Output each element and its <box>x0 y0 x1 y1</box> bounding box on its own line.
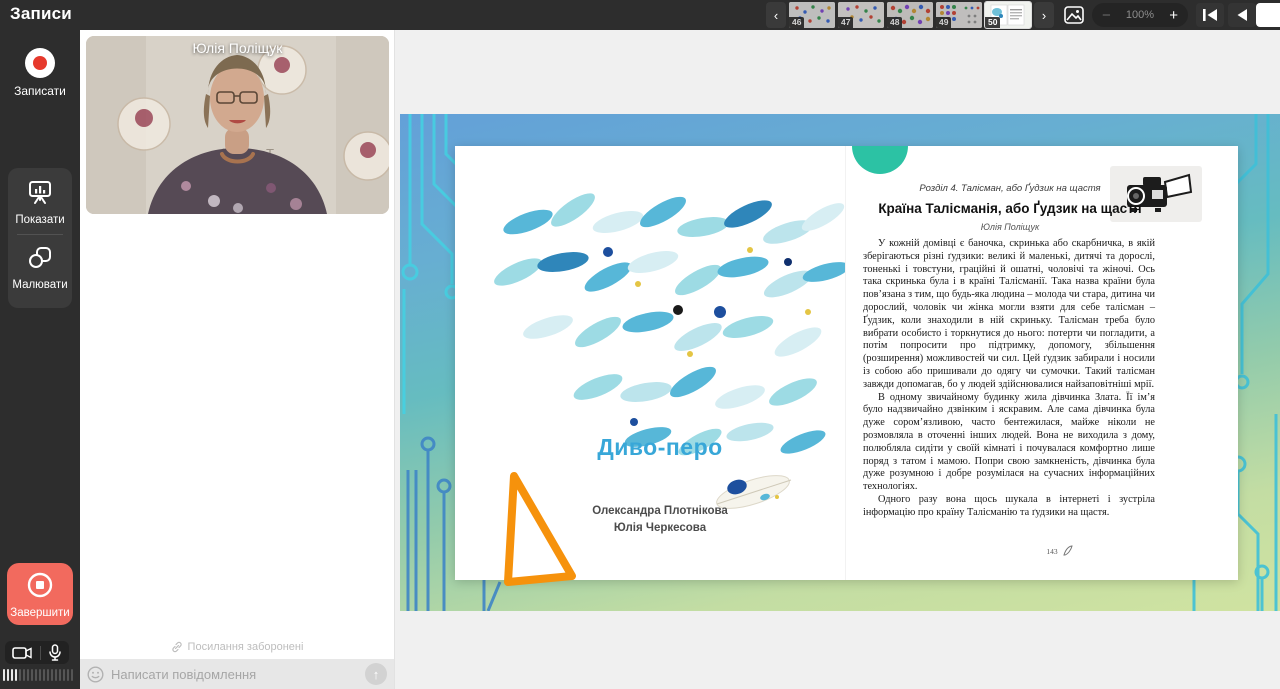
message-input-bar: ↑ <box>80 659 394 689</box>
draw-button[interactable]: Малювати <box>8 243 72 291</box>
book-cover-title: Диво-перо <box>540 434 780 461</box>
zoom-in-button[interactable]: + <box>1169 8 1178 23</box>
thumbnail-number: 48 <box>887 17 902 28</box>
page-title: Записи <box>10 4 72 24</box>
slide-thumbnail-49[interactable]: 49 <box>936 2 982 28</box>
image-icon <box>1064 6 1084 24</box>
page-number: 143 <box>1046 547 1057 556</box>
chevron-right-icon: › <box>1042 8 1046 23</box>
zoom-level: 100% <box>1126 9 1154 21</box>
story-paragraph: В одному звичайному будинку жила дівчинк… <box>863 392 1155 494</box>
thumbnail-number: 50 <box>985 17 1000 28</box>
slide-thumbnail-48[interactable]: 48 <box>887 2 933 28</box>
thumbnail-number: 46 <box>789 17 804 28</box>
webcam-video-image: Територія <box>86 36 389 214</box>
presentation-board-icon <box>26 178 54 206</box>
tools-panel: Показати Малювати <box>8 168 72 308</box>
slide-thumbnail-strip: ‹ 46 47 48 49 <box>766 2 1087 28</box>
divider <box>17 234 63 235</box>
record-label: Записати <box>0 84 80 98</box>
story-author: Юлія Поліщук <box>850 222 1170 232</box>
divider <box>40 646 41 660</box>
shapes-icon <box>26 243 54 271</box>
teal-semicircle-decoration <box>852 146 908 174</box>
audio-level-meter <box>3 669 73 681</box>
chat-panel: Територія Юлія Поліщук Посилання заборон… <box>80 30 395 689</box>
orange-triangle-decoration <box>500 469 585 594</box>
thumbnails-next-button[interactable]: › <box>1034 2 1054 28</box>
left-sidebar: Записати Показати Малювати Зав <box>0 0 80 689</box>
zoom-control: − 100% + <box>1092 3 1188 27</box>
page-footer: 143 <box>1000 545 1120 557</box>
draw-label: Малювати <box>8 279 72 291</box>
emoji-icon[interactable] <box>87 666 104 683</box>
next-slide-button[interactable] <box>1256 3 1280 27</box>
story-paragraph: У кожній домівці є баночка, скринька або… <box>863 238 1155 392</box>
previous-slide-button[interactable] <box>1228 3 1256 27</box>
book-gutter <box>845 146 846 580</box>
webcam-video-tile[interactable]: Територія Юлія Поліщук <box>86 36 389 214</box>
finish-label: Завершити <box>7 607 73 619</box>
camera-toggle-icon[interactable] <box>12 645 32 661</box>
book-spread: Диво-перо Олександра Плотнікова Юлія Чер… <box>455 146 1238 580</box>
triangle-left-icon <box>1235 8 1249 22</box>
story-paragraph: Одного разу вона щось шукала в інтернеті… <box>863 494 1155 520</box>
feather-collage-image <box>488 192 845 462</box>
slide-thumbnail-50-selected[interactable]: 50 <box>985 2 1031 28</box>
present-label: Показати <box>8 214 72 226</box>
first-slide-button[interactable] <box>1196 3 1224 27</box>
slide-thumbnail-47[interactable]: 47 <box>838 2 884 28</box>
links-forbidden-text: Посилання заборонені <box>188 641 304 653</box>
top-bar: Записи ‹ 46 47 48 49 <box>0 0 1280 30</box>
thumbnail-number: 47 <box>838 17 853 28</box>
record-icon <box>25 48 55 78</box>
thumbnail-number: 49 <box>936 17 951 28</box>
story-title: Країна Талісманія, або Ґудзик на щастя <box>850 201 1170 216</box>
send-button[interactable]: ↑ <box>365 663 387 685</box>
record-button[interactable]: Записати <box>0 48 80 98</box>
finish-button[interactable]: Завершити <box>7 563 73 625</box>
slide-thumbnail-46[interactable]: 46 <box>789 2 835 28</box>
link-icon <box>171 641 183 653</box>
zoom-out-button[interactable]: − <box>1102 8 1111 23</box>
av-controls <box>5 641 69 664</box>
feather-glyph-icon <box>1062 545 1074 557</box>
present-button[interactable]: Показати <box>8 178 72 226</box>
arrow-up-icon: ↑ <box>373 667 380 682</box>
image-mode-button[interactable] <box>1061 2 1087 28</box>
speaker-name: Юлія Поліщук <box>86 40 389 56</box>
skip-start-icon <box>1202 8 1218 22</box>
message-input[interactable] <box>111 667 365 682</box>
chevron-left-icon: ‹ <box>774 8 778 23</box>
mic-toggle-icon[interactable] <box>48 644 62 661</box>
stop-icon <box>26 571 54 599</box>
presentation-slide: Диво-перо Олександра Плотнікова Юлія Чер… <box>400 114 1280 611</box>
thumbnails-prev-button[interactable]: ‹ <box>766 2 786 28</box>
links-forbidden-notice: Посилання заборонені <box>80 641 394 653</box>
story-text: У кожній домівці є баночка, скринька або… <box>863 238 1155 520</box>
